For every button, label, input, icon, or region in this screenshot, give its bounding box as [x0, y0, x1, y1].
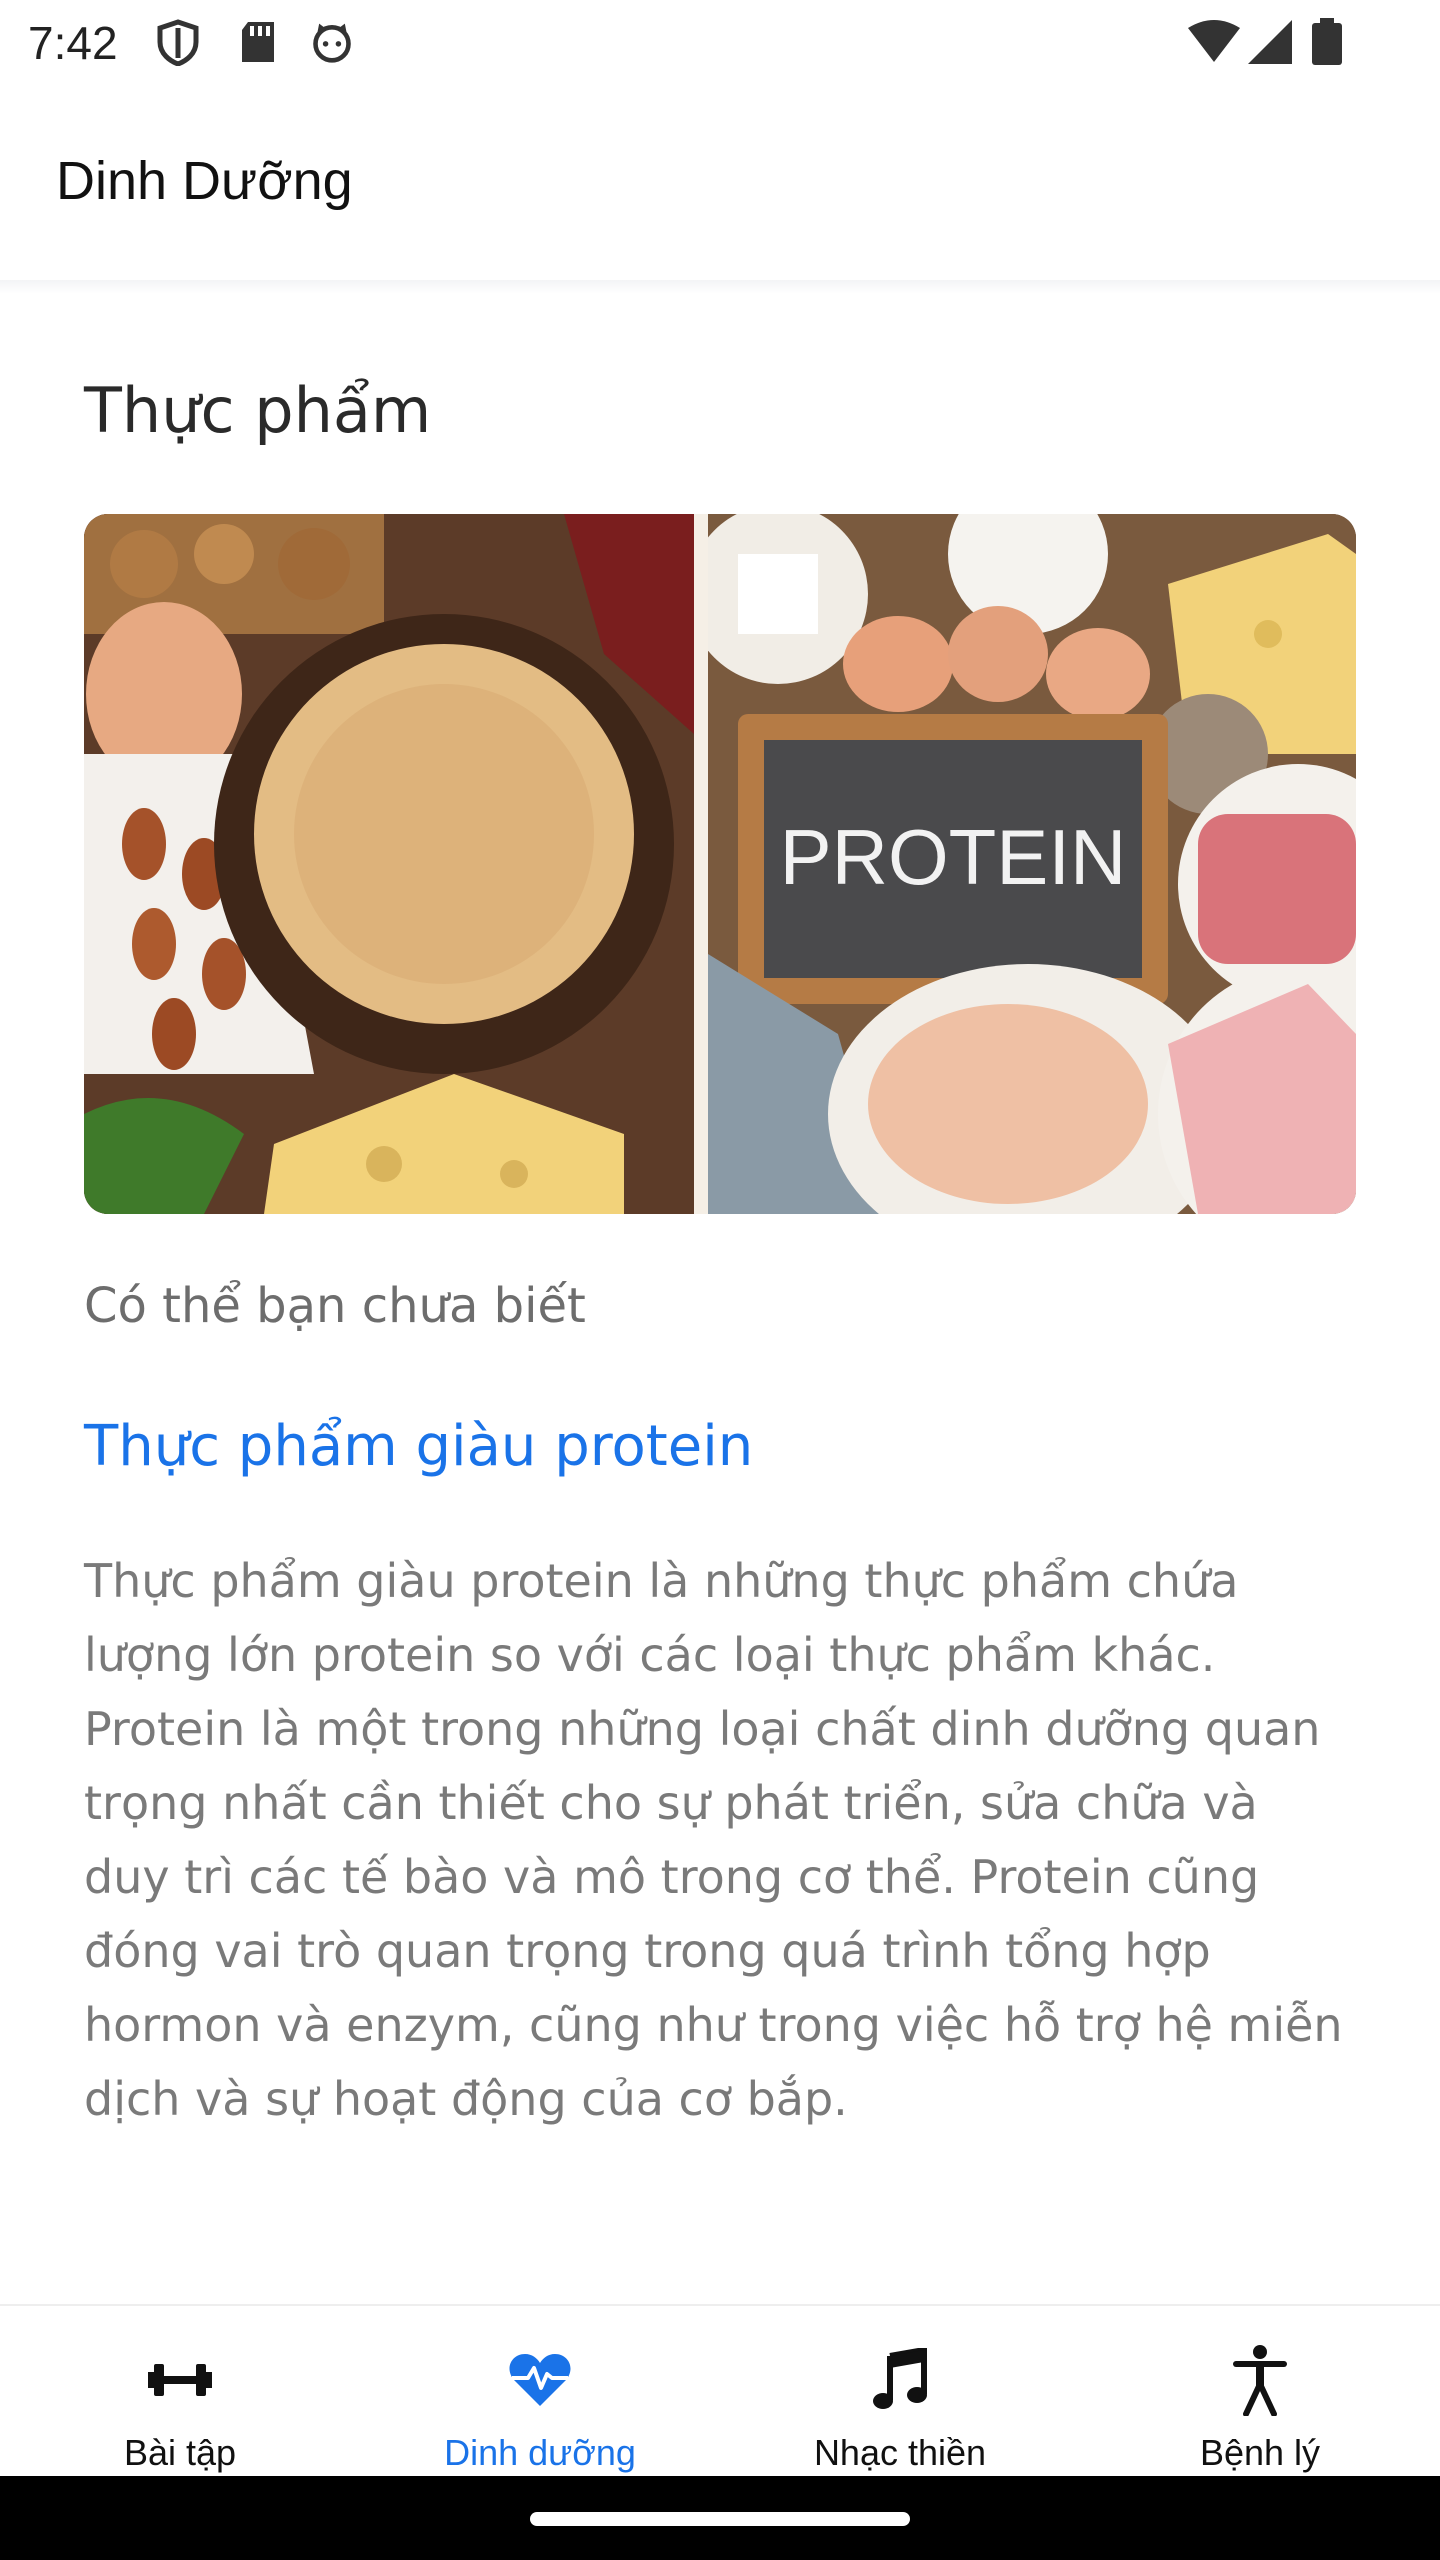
app-bar-divider — [0, 280, 1440, 294]
protein-foods-image-right: PROTEIN — [708, 514, 1356, 1214]
home-gesture-handle[interactable] — [530, 2512, 910, 2526]
article-title-link[interactable]: Thực phẩm giàu protein — [84, 1414, 753, 1479]
nav-label-meditation-music: Nhạc thiền — [813, 2432, 987, 2473]
nav-item-nutrition[interactable]: Dinh dưỡng — [360, 2306, 720, 2478]
nav-item-meditation-music[interactable]: Nhạc thiền — [720, 2306, 1080, 2478]
bottom-navigation: Bài tập Dinh dưỡng Nhạc thiền Bệnh lý — [0, 2304, 1440, 2476]
status-bar: 7:42 — [0, 0, 1440, 84]
cell-signal-icon — [1248, 20, 1292, 64]
sd-card-icon — [242, 22, 274, 62]
music-note-icon — [860, 2340, 940, 2420]
battery-icon — [1312, 18, 1342, 65]
nav-label-nutrition: Dinh dưỡng — [444, 2432, 636, 2473]
shield-icon — [157, 19, 199, 66]
nav-label-conditions: Bệnh lý — [1199, 2432, 1321, 2473]
nav-item-conditions[interactable]: Bệnh lý — [1080, 2306, 1440, 2478]
image-divider — [694, 514, 708, 1214]
article-body: Thực phẩm giàu protein là những thực phẩ… — [84, 1554, 1343, 2126]
protein-foods-image-left — [84, 514, 694, 1214]
food-image: PROTEIN — [84, 514, 1356, 1214]
cat-face-icon — [313, 23, 351, 63]
chalkboard-label: PROTEIN — [780, 813, 1127, 901]
app-bar: Dinh Dưỡng — [0, 84, 1440, 280]
section-title: Thực phẩm — [84, 374, 432, 447]
person-figure-icon — [1220, 2340, 1300, 2420]
system-gesture-bar — [0, 2476, 1440, 2560]
did-you-know-label: Có thể bạn chưa biết — [84, 1278, 586, 1334]
heart-pulse-icon — [500, 2340, 580, 2420]
wifi-icon — [1188, 20, 1240, 62]
nav-label-exercise: Bài tập — [123, 2432, 237, 2473]
nav-item-exercise[interactable]: Bài tập — [0, 2306, 360, 2478]
page-title: Dinh Dưỡng — [56, 151, 353, 211]
dumbbell-icon — [140, 2340, 220, 2420]
status-time: 7:42 — [28, 17, 118, 69]
